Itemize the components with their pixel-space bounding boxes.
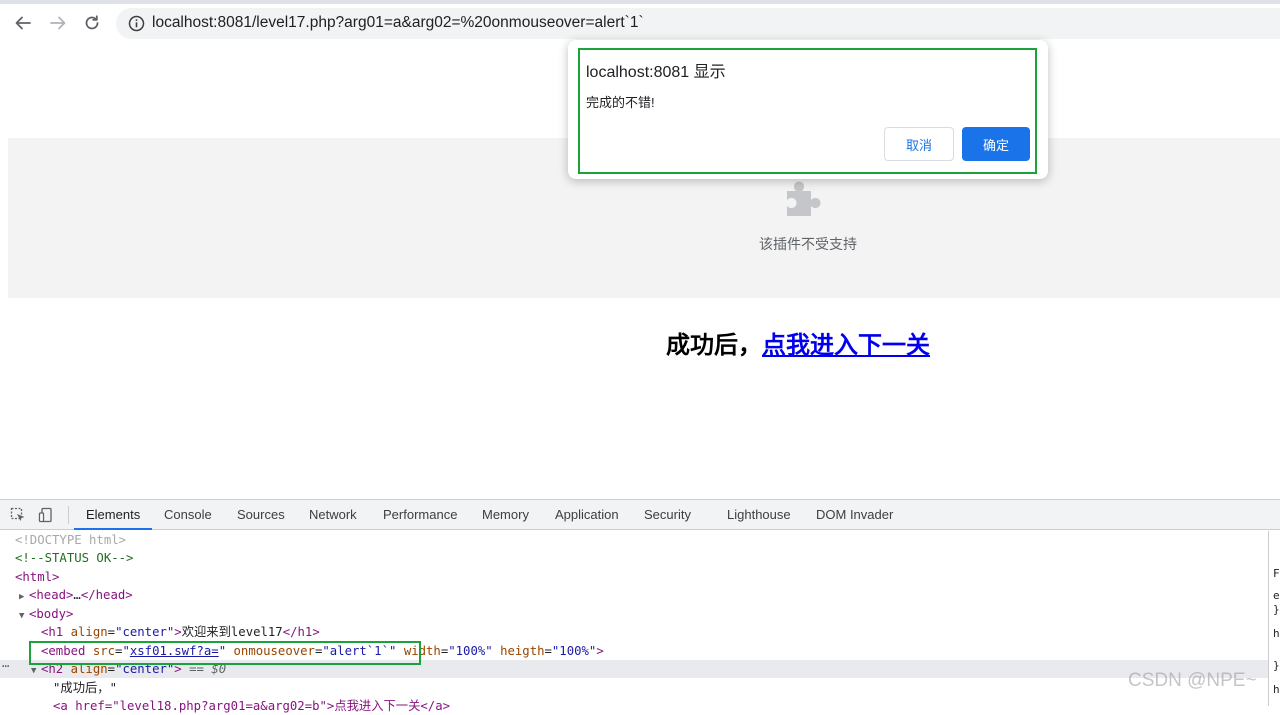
tab-sources[interactable]: Sources xyxy=(237,500,285,530)
ok-button[interactable]: 确定 xyxy=(962,127,1030,161)
more-options-icon[interactable]: ⋯ xyxy=(2,659,9,673)
dom-comment[interactable]: <!--STATUS OK--> xyxy=(0,549,1268,567)
device-toolbar-icon[interactable] xyxy=(38,507,54,523)
tab-lighthouse[interactable]: Lighthouse xyxy=(727,500,791,530)
head-open: <head> xyxy=(29,588,74,602)
address-bar[interactable]: localhost:8081/level17.php?arg01=a&arg02… xyxy=(116,8,1280,39)
side-char: } xyxy=(1273,659,1280,672)
arrow-right-icon xyxy=(50,16,66,30)
dom-head[interactable]: ▶ <head>…</head> xyxy=(0,586,1268,604)
head-ellipsis: … xyxy=(73,588,81,602)
success-heading: 成功后，点我进入下一关 xyxy=(666,325,930,360)
success-prefix: 成功后， xyxy=(666,331,762,359)
collapse-triangle-icon[interactable]: ▼ xyxy=(31,662,41,680)
h1-text: 欢迎来到level17 xyxy=(181,625,283,639)
embed-src-attr: src xyxy=(92,644,116,658)
dom-tree: <!DOCTYPE html> <!--STATUS OK--> <html> … xyxy=(0,531,1268,713)
embed-onmouseover-val: "alert`1`" xyxy=(322,644,397,658)
dom-body[interactable]: ▼ <body> xyxy=(0,605,1268,623)
devtools-tabbar: Elements Console Sources Network Perform… xyxy=(0,500,1280,530)
styles-side-panel: F e } h } h xyxy=(1268,531,1280,706)
tab-network[interactable]: Network xyxy=(309,500,357,530)
tab-performance[interactable]: Performance xyxy=(383,500,457,530)
h2-tag: <h2 xyxy=(41,662,64,676)
plugin-unsupported-text: 该插件不受支持 xyxy=(759,236,857,252)
next-level-link[interactable]: 点我进入下一关 xyxy=(762,331,930,359)
h2-attr: align xyxy=(70,662,108,676)
doctype-text: <!DOCTYPE html> xyxy=(15,533,127,547)
dom-embed[interactable]: <embed src="xsf01.swf?a=" onmouseover="a… xyxy=(0,642,1268,660)
h2-val: "center" xyxy=(115,662,175,676)
comment-text: <!--STATUS OK--> xyxy=(15,551,134,565)
expand-triangle-icon[interactable]: ▶ xyxy=(19,588,29,606)
browser-toolbar: localhost:8081/level17.php?arg01=a&arg02… xyxy=(0,0,1280,44)
head-close: </head> xyxy=(80,588,133,602)
url-host: localhost:8081 xyxy=(152,14,252,31)
h1-close: </h1> xyxy=(282,625,320,639)
forward-button[interactable] xyxy=(47,12,69,34)
tab-console[interactable]: Console xyxy=(164,500,212,530)
tab-security[interactable]: Security xyxy=(644,500,691,530)
dialog-message: 完成的不错! xyxy=(586,95,655,110)
url-text[interactable]: localhost:8081/level17.php?arg01=a&arg02… xyxy=(152,14,644,32)
embed-tag: <embed xyxy=(41,644,86,658)
dom-doctype[interactable]: <!DOCTYPE html> xyxy=(0,531,1268,549)
reload-button[interactable] xyxy=(81,12,103,34)
embed-onmouseover-attr: onmouseover xyxy=(233,644,315,658)
url-path: /level17.php?arg01=a&arg02=%20onmouseove… xyxy=(251,14,644,31)
html-tag: <html> xyxy=(15,570,60,584)
dialog-title: localhost:8081 显示 xyxy=(586,64,726,81)
side-char: h xyxy=(1273,683,1280,696)
body-open: <body> xyxy=(29,607,74,621)
h1-val: "center" xyxy=(115,625,175,639)
embed-width-val: "100%" xyxy=(448,644,493,658)
h2-text: "成功后，" xyxy=(53,681,117,695)
tab-memory[interactable]: Memory xyxy=(482,500,529,530)
dom-h1[interactable]: <h1 align="center">欢迎来到level17</h1> xyxy=(0,623,1268,641)
toolbar-divider xyxy=(68,506,69,524)
dom-h2[interactable]: ▼ <h2 align="center"> == $0 xyxy=(0,660,1268,678)
alert-dialog: localhost:8081 显示 完成的不错! 取消 确定 xyxy=(568,40,1048,179)
h1-tag: <h1 xyxy=(41,625,64,639)
dom-h2-text[interactable]: "成功后，" xyxy=(0,679,1268,697)
tab-application[interactable]: Application xyxy=(555,500,619,530)
embed-width-attr: width xyxy=(403,644,441,658)
embed-heigth-val: "100%" xyxy=(551,644,597,658)
side-char: F xyxy=(1273,567,1280,580)
devtools-panel: Elements Console Sources Network Perform… xyxy=(0,499,1280,713)
arrow-left-icon xyxy=(15,16,31,30)
dom-html[interactable]: <html> xyxy=(0,568,1268,586)
tab-dom-invader[interactable]: DOM Invader xyxy=(816,500,893,530)
tab-elements[interactable]: Elements xyxy=(74,500,153,530)
inspect-element-icon[interactable] xyxy=(10,507,26,523)
h1-attr: align xyxy=(70,625,108,639)
reload-icon xyxy=(85,15,99,30)
side-char: } xyxy=(1273,603,1280,616)
cancel-button[interactable]: 取消 xyxy=(884,127,954,161)
info-icon[interactable] xyxy=(128,15,145,32)
puzzle-piece-icon xyxy=(787,181,821,216)
back-button[interactable] xyxy=(12,12,34,34)
dom-anchor[interactable]: <a href="level18.php?arg01=a&arg02=b">点我… xyxy=(0,697,1268,715)
side-char: e xyxy=(1273,589,1280,602)
embed-src-link[interactable]: xsf01.swf?a= xyxy=(130,644,219,658)
selected-node-marker: == $0 xyxy=(189,662,227,676)
embed-heigth-attr: heigth xyxy=(500,644,545,658)
anchor-partial: <a href="level18.php?arg01=a&arg02=b">点我… xyxy=(53,699,451,713)
side-char: h xyxy=(1273,627,1280,640)
